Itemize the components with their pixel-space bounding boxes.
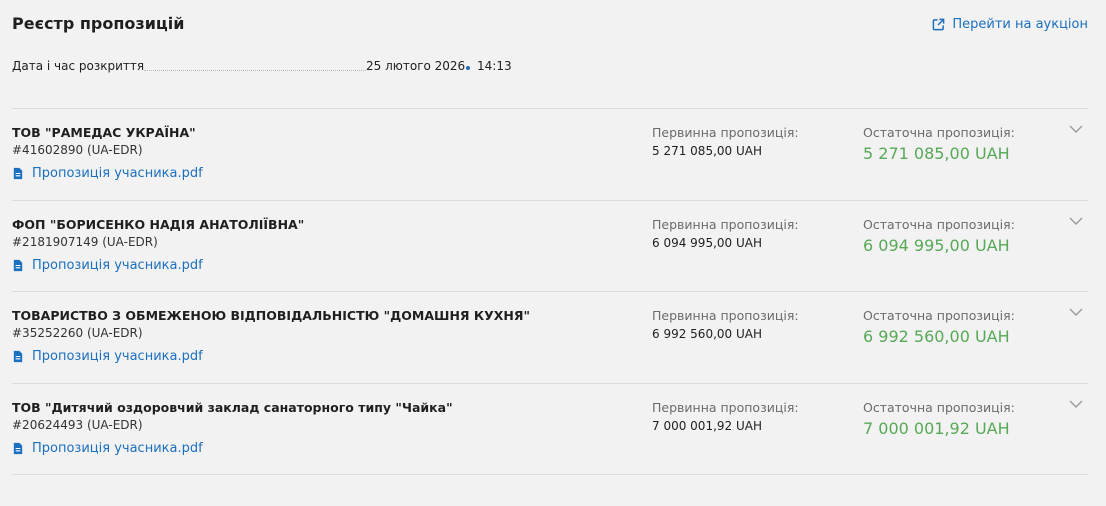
initial-proposal-value: 5 271 085,00 UAH <box>652 144 762 158</box>
proposal-file-label: Пропозиція учасника.pdf <box>32 166 203 181</box>
bidder-edr: #41602890 (UA-EDR) <box>12 143 143 157</box>
initial-proposal: Первинна пропозиція: 7 000 001,92 UAH <box>652 400 799 433</box>
final-proposal-value: 7 000 001,92 UAH <box>863 418 1010 438</box>
final-proposal: Остаточна пропозиція: 6 094 995,00 UAH <box>863 217 1015 255</box>
final-proposal-value: 6 992 560,00 UAH <box>863 327 1010 346</box>
opening-time: 14:13 <box>477 59 512 73</box>
chevron-down-icon[interactable] <box>1068 123 1084 135</box>
proposal-row: ТОВ "РАМЕДАС УКРАЇНА" #41602890 (UA-EDR)… <box>12 109 1088 201</box>
proposals-registry-page: Реєстр пропозицій Перейти на аукціон Дат… <box>0 0 1106 506</box>
final-proposal-label: Остаточна пропозиція: <box>863 125 1015 140</box>
final-proposal: Остаточна пропозиція: 6 992 560,00 UAH <box>863 308 1015 346</box>
bidder-name: ТОВ "РАМЕДАС УКРАЇНА" <box>12 125 196 140</box>
initial-proposal: Первинна пропозиція: 5 271 085,00 UAH <box>652 125 799 158</box>
document-icon <box>13 259 23 271</box>
proposal-file-link[interactable]: Пропозиція учасника.pdf <box>12 166 203 181</box>
initial-proposal-value: 6 992 560,00 UAH <box>652 327 762 341</box>
proposal-file-label: Пропозиція учасника.pdf <box>32 440 203 456</box>
proposal-file-label: Пропозиція учасника.pdf <box>32 257 203 273</box>
proposal-row: ТОВ "Дитячий оздоровчий заклад санаторно… <box>12 384 1088 475</box>
chevron-down-icon[interactable] <box>1068 215 1084 227</box>
bidder-name: ФОП "БОРИСЕНКО НАДІЯ АНАТОЛІЇВНА" <box>12 216 305 232</box>
go-to-auction-label: Перейти на аукціон <box>952 17 1088 32</box>
bidder-edr: #35252260 (UA-EDR) <box>12 326 143 340</box>
initial-proposal-label: Первинна пропозиція: <box>652 308 799 323</box>
proposal-file-label: Пропозиція учасника.pdf <box>32 349 203 364</box>
proposal-file-link[interactable]: Пропозиція учасника.pdf <box>12 349 203 364</box>
dotted-leader <box>144 70 366 71</box>
initial-proposal-label: Первинна пропозиція: <box>652 125 799 140</box>
document-icon <box>13 167 23 180</box>
final-proposal-label: Остаточна пропозиція: <box>863 399 1015 415</box>
opening-label: Дата і час розкриття <box>12 59 145 73</box>
go-to-auction-link[interactable]: Перейти на аукціон <box>932 17 1088 32</box>
proposal-row: ФОП "БОРИСЕНКО НАДІЯ АНАТОЛІЇВНА" #21819… <box>12 201 1088 292</box>
final-proposal-label: Остаточна пропозиція: <box>863 216 1015 232</box>
proposal-file-link[interactable]: Пропозиція учасника.pdf <box>12 258 203 273</box>
document-icon <box>13 442 23 454</box>
bidder-name: ТОВ "Дитячий оздоровчий заклад санаторно… <box>12 399 453 415</box>
initial-proposal-value: 7 000 001,92 UAH <box>652 418 762 433</box>
initial-proposal-value: 6 094 995,00 UAH <box>652 235 762 250</box>
final-proposal-label: Остаточна пропозиція: <box>863 308 1015 323</box>
initial-proposal-label: Первинна пропозиція: <box>652 399 799 415</box>
date-time-separator <box>466 66 470 70</box>
bidder-edr: #2181907149 (UA-EDR) <box>12 234 158 249</box>
bidder-name: ТОВАРИСТВО З ОБМЕЖЕНОЮ ВІДПОВІДАЛЬНІСТЮ … <box>12 308 530 323</box>
initial-proposal: Первинна пропозиція: 6 992 560,00 UAH <box>652 308 799 341</box>
bidder-edr: #20624493 (UA-EDR) <box>12 417 143 432</box>
initial-proposal-label: Первинна пропозиція: <box>652 216 799 232</box>
final-proposal: Остаточна пропозиція: 5 271 085,00 UAH <box>863 125 1015 163</box>
proposal-row: ТОВАРИСТВО З ОБМЕЖЕНОЮ ВІДПОВІДАЛЬНІСТЮ … <box>12 292 1088 384</box>
header: Реєстр пропозицій Перейти на аукціон <box>12 14 1088 40</box>
page-title: Реєстр пропозицій <box>12 14 185 33</box>
proposal-file-link[interactable]: Пропозиція учасника.pdf <box>12 441 203 456</box>
chevron-down-icon[interactable] <box>1068 398 1084 410</box>
final-proposal-value: 5 271 085,00 UAH <box>863 144 1010 163</box>
final-proposal-value: 6 094 995,00 UAH <box>863 235 1010 255</box>
opening-date: 25 лютого 2026 <box>366 59 466 73</box>
final-proposal: Остаточна пропозиція: 7 000 001,92 UAH <box>863 400 1015 438</box>
chevron-down-icon[interactable] <box>1068 306 1084 318</box>
proposals-list: ТОВ "РАМЕДАС УКРАЇНА" #41602890 (UA-EDR)… <box>12 108 1088 475</box>
external-link-icon <box>932 18 945 31</box>
opening-datetime: Дата і час розкриття 25 лютого 2026 14:1… <box>12 58 532 76</box>
initial-proposal: Первинна пропозиція: 6 094 995,00 UAH <box>652 217 799 250</box>
document-icon <box>13 350 23 363</box>
